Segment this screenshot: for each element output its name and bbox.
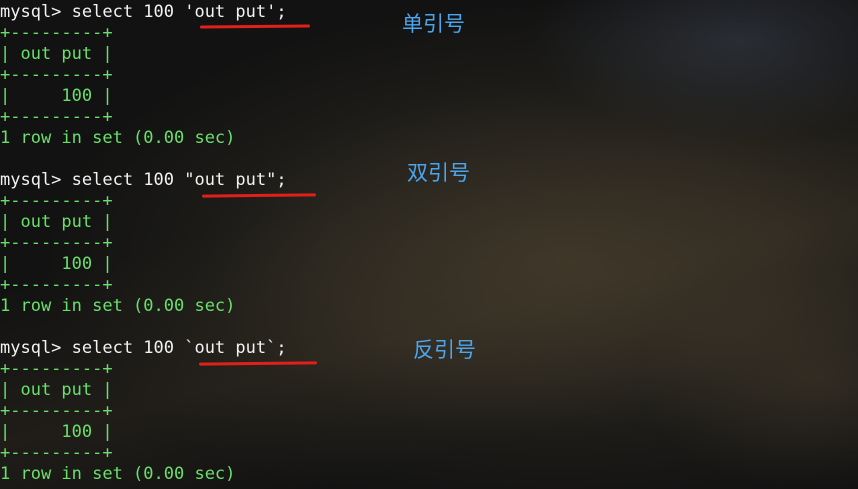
table-value-row: | 100 |	[0, 86, 113, 106]
table-border-middle: +---------+	[0, 233, 113, 253]
command-line: mysql> select 100 'out put';	[0, 2, 287, 22]
annotation-caption: 双引号	[407, 161, 470, 185]
terminal-background	[0, 0, 858, 489]
command-line: mysql> select 100 "out put";	[0, 170, 287, 190]
table-border-top: +---------+	[0, 191, 113, 211]
annotation-caption: 反引号	[413, 338, 476, 362]
table-header: | out put |	[0, 44, 113, 64]
table-header: | out put |	[0, 212, 113, 232]
table-border-middle: +---------+	[0, 401, 113, 421]
table-border-top: +---------+	[0, 23, 113, 43]
table-border-bottom: +---------+	[0, 443, 113, 463]
command-line: mysql> select 100 `out put`;	[0, 338, 287, 358]
table-border-bottom: +---------+	[0, 275, 113, 295]
table-value-row: | 100 |	[0, 422, 113, 442]
table-border-top: +---------+	[0, 359, 113, 379]
result-summary: 1 row in set (0.00 sec)	[0, 464, 236, 484]
table-border-middle: +---------+	[0, 65, 113, 85]
annotation-caption: 单引号	[402, 12, 465, 36]
table-value-row: | 100 |	[0, 254, 113, 274]
table-border-bottom: +---------+	[0, 107, 113, 127]
result-summary: 1 row in set (0.00 sec)	[0, 296, 236, 316]
result-summary: 1 row in set (0.00 sec)	[0, 128, 236, 148]
table-header: | out put |	[0, 380, 113, 400]
